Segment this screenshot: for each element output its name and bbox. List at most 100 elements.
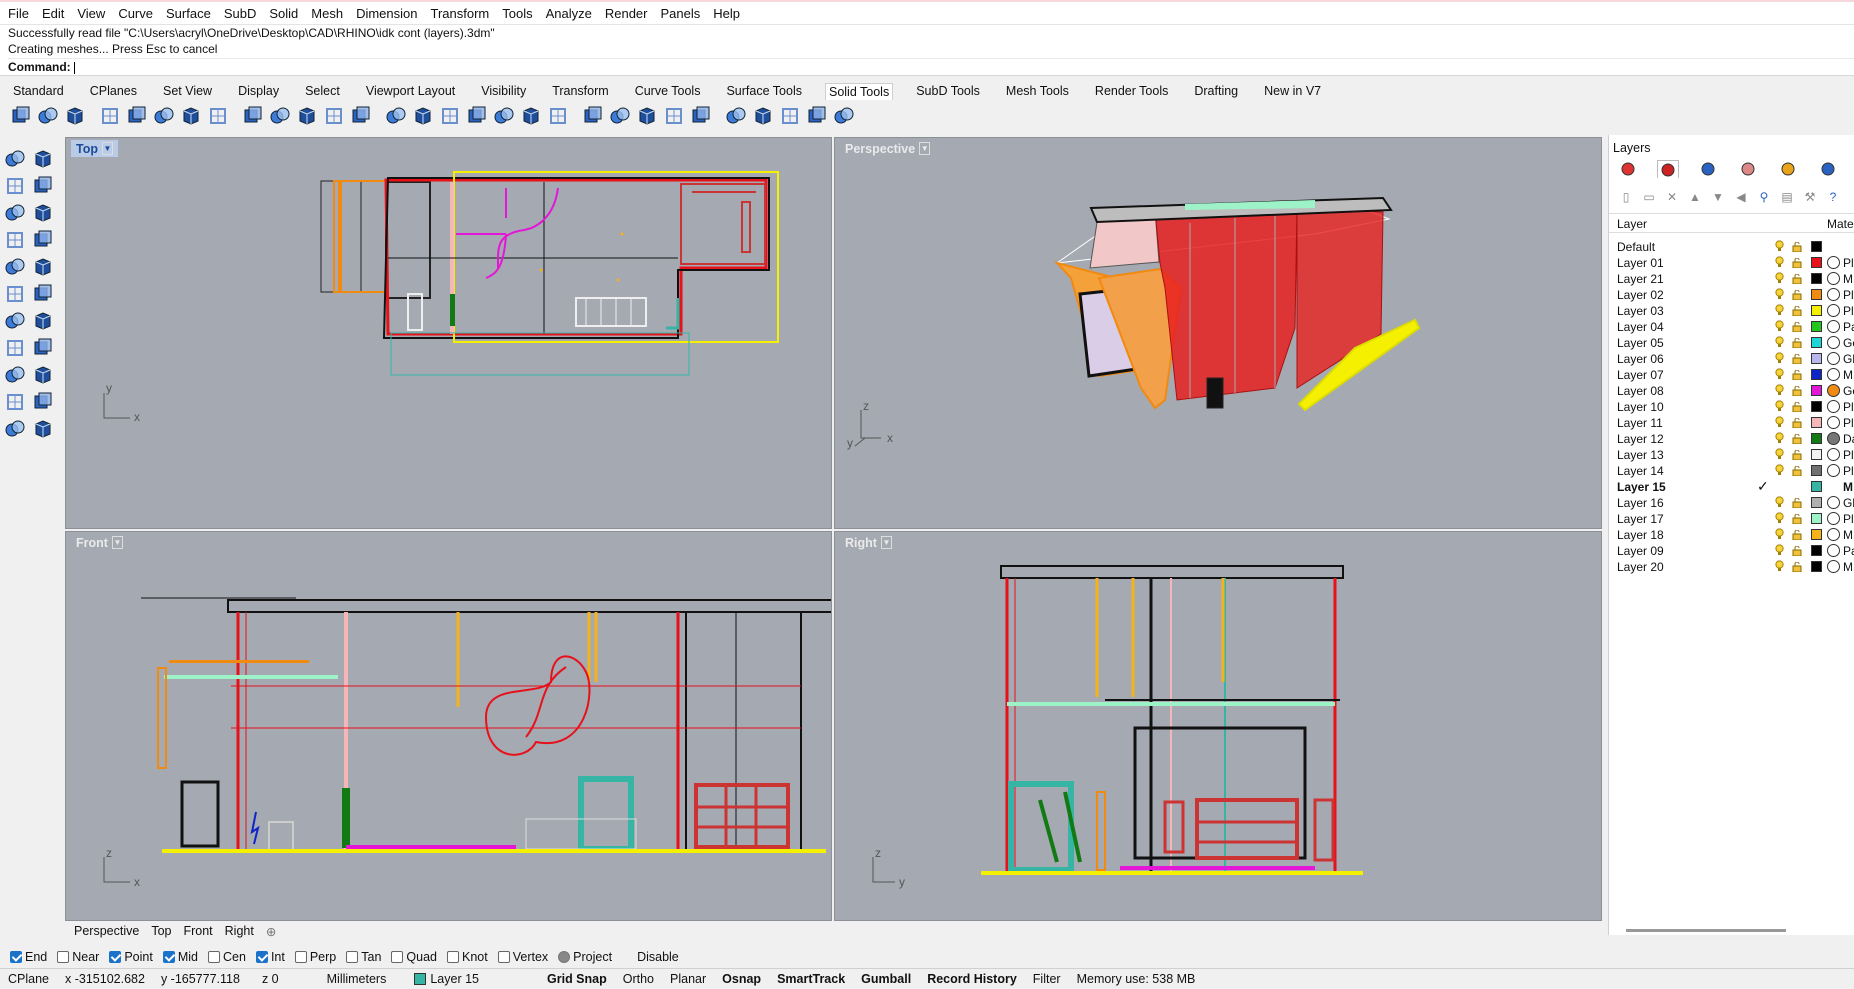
- menu-solid[interactable]: Solid: [269, 6, 298, 21]
- point-icon[interactable]: [32, 148, 54, 170]
- horizontal-scrollbar[interactable]: [1626, 929, 1786, 932]
- lock-icon[interactable]: [1792, 561, 1803, 573]
- units-label[interactable]: Millimeters: [287, 972, 395, 986]
- lock-icon[interactable]: [1792, 305, 1803, 317]
- material-icon[interactable]: [1827, 400, 1840, 413]
- lock-icon[interactable]: [1792, 545, 1803, 557]
- tab-solid-tools[interactable]: Solid Tools: [824, 82, 894, 100]
- menu-analyze[interactable]: Analyze: [546, 6, 592, 21]
- lightbulb-icon[interactable]: [1775, 512, 1784, 524]
- tube-icon[interactable]: [32, 337, 54, 359]
- lightbulb-icon[interactable]: [1775, 240, 1784, 252]
- paint-icon[interactable]: [1737, 160, 1759, 178]
- folder-icon[interactable]: [1777, 160, 1799, 178]
- lightbulb-icon[interactable]: [1775, 256, 1784, 268]
- rebuild-icon[interactable]: [725, 105, 747, 127]
- material-icon[interactable]: [1827, 528, 1840, 541]
- tab-visibility[interactable]: Visibility: [478, 83, 529, 99]
- ellipse-icon[interactable]: [4, 256, 26, 278]
- tab-standard[interactable]: Standard: [10, 83, 67, 99]
- layer-color-swatch[interactable]: [1811, 529, 1822, 540]
- layer-color-swatch[interactable]: [1811, 513, 1822, 524]
- viewport-top[interactable]: y x Top ▼: [65, 137, 832, 529]
- box-edge-icon[interactable]: [153, 105, 175, 127]
- col-material[interactable]: Mate: [1827, 217, 1854, 231]
- lightbulb-icon[interactable]: [1775, 384, 1784, 396]
- cylinder-icon[interactable]: [4, 337, 26, 359]
- layer-color-swatch[interactable]: [1811, 433, 1822, 444]
- lightbulb-icon[interactable]: [1775, 560, 1784, 572]
- lock-icon[interactable]: [1792, 529, 1803, 541]
- osnap-point[interactable]: Point: [109, 950, 153, 964]
- extrude-icon[interactable]: [32, 283, 54, 305]
- layer-color-swatch[interactable]: [1811, 465, 1822, 476]
- boolean-icon[interactable]: [4, 391, 26, 413]
- lock-icon[interactable]: [1792, 289, 1803, 301]
- layer-color-swatch[interactable]: [1811, 401, 1822, 412]
- layer-color-swatch[interactable]: [1811, 481, 1822, 492]
- new-layer-icon[interactable]: ▯: [1617, 188, 1635, 206]
- layer-color-swatch[interactable]: [1811, 385, 1822, 396]
- lock-icon[interactable]: [1792, 385, 1803, 397]
- solid-extrude-icon[interactable]: [180, 105, 202, 127]
- lightbulb-icon[interactable]: [1775, 304, 1784, 316]
- tab-subd-tools[interactable]: SubD Tools: [913, 83, 983, 99]
- add-viewport-icon[interactable]: ⊕: [266, 924, 276, 939]
- checkbox-icon[interactable]: [255, 951, 268, 963]
- menu-transform[interactable]: Transform: [430, 6, 489, 21]
- menu-help[interactable]: Help: [713, 6, 740, 21]
- planar-toggle[interactable]: Planar: [662, 972, 714, 986]
- viewport-label-perspective[interactable]: Perspective ▼: [840, 140, 935, 157]
- layer-color-swatch[interactable]: [1811, 369, 1822, 380]
- current-layer-indicator[interactable]: Layer 15: [394, 972, 487, 986]
- checkbox-icon[interactable]: [346, 951, 359, 963]
- tab-surface-tools[interactable]: Surface Tools: [723, 83, 805, 99]
- lock-icon[interactable]: [1792, 273, 1803, 285]
- surface-icon[interactable]: [4, 283, 26, 305]
- box-solid-2-icon[interactable]: [350, 105, 372, 127]
- material-icon[interactable]: [1827, 448, 1840, 461]
- lightbulb-icon[interactable]: [1775, 448, 1784, 460]
- lock-icon[interactable]: [1792, 449, 1803, 461]
- extrude-face-icon[interactable]: [412, 105, 434, 127]
- osnap-project[interactable]: Project: [558, 950, 612, 964]
- viewport-tab-front[interactable]: Front: [183, 924, 212, 938]
- lightbulb-icon[interactable]: [1775, 352, 1784, 364]
- layer-color-swatch[interactable]: [1811, 241, 1822, 252]
- viewport-tab-top[interactable]: Top: [151, 924, 171, 938]
- layers-icon[interactable]: [1657, 160, 1679, 178]
- checkbox-icon[interactable]: [57, 951, 70, 963]
- layer-color-swatch[interactable]: [1811, 449, 1822, 460]
- chevron-down-icon[interactable]: ▼: [111, 536, 123, 549]
- torus-icon[interactable]: [4, 364, 26, 386]
- material-icon[interactable]: [1827, 352, 1840, 365]
- boolean-split-icon[interactable]: [99, 105, 121, 127]
- split-face-icon[interactable]: [493, 105, 515, 127]
- smarttrack-toggle[interactable]: SmartTrack: [769, 972, 853, 986]
- color-wheel-icon[interactable]: [1617, 160, 1639, 178]
- viewport-label-right[interactable]: Right ▼: [840, 534, 897, 551]
- wirecut-icon[interactable]: [385, 105, 407, 127]
- chamfer-edge-icon[interactable]: [547, 105, 569, 127]
- chevron-down-icon[interactable]: ▼: [101, 142, 113, 155]
- lightbulb-icon[interactable]: [1775, 496, 1784, 508]
- shell-icon[interactable]: [636, 105, 658, 127]
- material-icon[interactable]: [1827, 384, 1840, 397]
- layer-color-swatch[interactable]: [1811, 497, 1822, 508]
- checkbox-icon[interactable]: [208, 951, 220, 963]
- viewport-tab-right[interactable]: Right: [225, 924, 254, 938]
- layer-color-swatch[interactable]: [1811, 353, 1822, 364]
- filter-toggle[interactable]: Filter: [1025, 972, 1069, 986]
- viewport-front[interactable]: z x Front ▼: [65, 531, 832, 921]
- move-face-icon[interactable]: [466, 105, 488, 127]
- lock-icon[interactable]: [1792, 241, 1803, 253]
- curve-icon[interactable]: [4, 202, 26, 224]
- sphere-icon[interactable]: [32, 364, 54, 386]
- osnap-knot[interactable]: Knot: [447, 950, 488, 964]
- lock-icon[interactable]: [1792, 513, 1803, 525]
- osnap-disable[interactable]: Disable: [622, 950, 679, 964]
- osnap-near[interactable]: Near: [57, 950, 99, 964]
- page-icon[interactable]: ▤: [1778, 188, 1796, 206]
- move-edge-icon[interactable]: [439, 105, 461, 127]
- lightbulb-icon[interactable]: [1775, 544, 1784, 556]
